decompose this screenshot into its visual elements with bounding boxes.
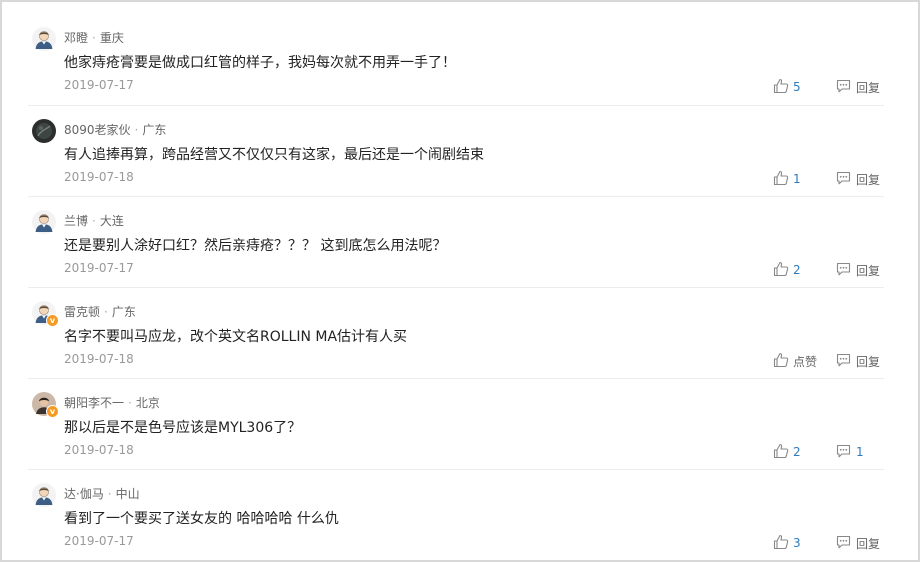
- like-count: 点赞: [793, 354, 818, 369]
- like-button[interactable]: 3: [773, 534, 801, 553]
- verified-badge-icon: v: [46, 314, 59, 327]
- username[interactable]: 雷克顿: [64, 305, 100, 319]
- comment-date: 2019-07-17: [64, 261, 134, 275]
- comment-date: 2019-07-17: [64, 534, 134, 548]
- comment-meta: 朝阳李不一 · 北京: [64, 394, 160, 411]
- comment-item: v 朝阳李不一 · 北京 那以后是不是色号应该是MYL306了？ 2019-07-1…: [28, 378, 884, 469]
- reply-label: 回复: [856, 80, 881, 95]
- user-location: 中山: [115, 487, 140, 501]
- comment-meta: 8090老家伙 · 广东: [64, 121, 166, 138]
- reply-label: 1: [856, 445, 864, 459]
- reply-label: 回复: [856, 354, 881, 369]
- user-location: 广东: [111, 305, 136, 319]
- separator: ·: [107, 487, 112, 501]
- comment-icon: [836, 171, 851, 188]
- user-avatar[interactable]: [32, 27, 56, 51]
- username[interactable]: 兰博: [64, 214, 88, 228]
- comment-date: 2019-07-18: [64, 443, 134, 457]
- reply-button[interactable]: 回复: [836, 535, 880, 551]
- comment-item: 8090老家伙 · 广东 有人追捧再算，跨品经营又不仅仅只有这家，最后还是一个闹剧结…: [28, 105, 884, 196]
- verified-badge-icon: v: [46, 405, 59, 418]
- comment-icon: [836, 262, 851, 279]
- username[interactable]: 邓瞪: [64, 31, 88, 45]
- comment-icon: [836, 79, 851, 96]
- comment-date: 2019-07-18: [64, 170, 134, 184]
- comment-text: 名字不要叫马应龙，改个英文名ROLLIN MA估计有人买: [64, 329, 408, 345]
- user-location: 大连: [99, 214, 124, 228]
- comment-item: v 雷克顿 · 广东 名字不要叫马应龙，改个英文名ROLLIN MA估计有人买 20…: [28, 287, 884, 378]
- comment-date: 2019-07-18: [64, 352, 134, 366]
- user-avatar[interactable]: v: [32, 301, 59, 327]
- like-button[interactable]: 1: [773, 170, 801, 189]
- comment-item: 兰博 · 大连 还是要别人涂好口红？然后亲痔疮？？？ 这到底怎么用法呢？ 2019-…: [28, 196, 884, 287]
- comment-item: 邓瞪 · 重庆 他家痔疮膏要是做成口红管的样子，我妈每次就不用弄一手了！ 2019-…: [28, 14, 884, 105]
- username[interactable]: 达·伽马: [64, 487, 104, 501]
- reply-button[interactable]: 回复: [836, 79, 880, 95]
- reply-label: 回复: [856, 172, 881, 187]
- user-location: 广东: [142, 123, 167, 137]
- separator: ·: [104, 305, 108, 319]
- thumbs-up-icon: [773, 261, 789, 280]
- thumbs-up-icon: [773, 443, 789, 462]
- comment-meta: 雷克顿 · 广东: [64, 303, 136, 320]
- thumbs-up-icon: [773, 352, 789, 371]
- comment-meta: 邓瞪 · 重庆: [64, 29, 124, 46]
- like-count: 3: [793, 536, 801, 550]
- reply-button[interactable]: 1: [836, 444, 864, 460]
- reply-label: 回复: [856, 536, 881, 551]
- separator: ·: [134, 123, 139, 137]
- separator: ·: [128, 396, 132, 410]
- like-count: 2: [793, 445, 801, 459]
- user-avatar[interactable]: [32, 119, 56, 143]
- comment-icon: [836, 353, 851, 370]
- user-avatar[interactable]: v: [32, 392, 59, 418]
- like-button[interactable]: 2: [773, 261, 801, 280]
- comment-list: 邓瞪 · 重庆 他家痔疮膏要是做成口红管的样子，我妈每次就不用弄一手了！ 2019-…: [28, 14, 884, 560]
- separator: ·: [92, 31, 96, 45]
- user-avatar[interactable]: [32, 483, 56, 507]
- username[interactable]: 8090老家伙: [64, 123, 131, 137]
- thumbs-up-icon: [773, 78, 789, 97]
- like-button[interactable]: 点赞: [773, 352, 818, 371]
- like-button[interactable]: 5: [773, 78, 801, 97]
- reply-button[interactable]: 回复: [836, 262, 880, 278]
- comment-text: 那以后是不是色号应该是MYL306了？: [64, 420, 302, 436]
- user-avatar[interactable]: [32, 210, 56, 234]
- comment-meta: 达·伽马 · 中山: [64, 485, 140, 502]
- user-location: 北京: [135, 396, 160, 410]
- reply-button[interactable]: 回复: [836, 171, 880, 187]
- comment-text: 他家痔疮膏要是做成口红管的样子，我妈每次就不用弄一手了！: [64, 55, 456, 71]
- like-count: 1: [793, 172, 801, 186]
- comment-icon: [836, 535, 851, 552]
- username[interactable]: 朝阳李不一: [64, 396, 124, 410]
- comment-icon: [836, 444, 851, 461]
- comment-meta: 兰博 · 大连: [64, 212, 124, 229]
- reply-button[interactable]: 回复: [836, 353, 880, 369]
- like-count: 5: [793, 80, 801, 94]
- like-button[interactable]: 2: [773, 443, 801, 462]
- separator: ·: [92, 214, 96, 228]
- comment-text: 看到了一个要买了送女友的 哈哈哈哈 什么仇: [64, 511, 339, 527]
- comment-item: 达·伽马 · 中山 看到了一个要买了送女友的 哈哈哈哈 什么仇 2019-07-17…: [28, 469, 884, 560]
- user-location: 重庆: [99, 31, 124, 45]
- comment-date: 2019-07-17: [64, 78, 134, 92]
- comment-text: 还是要别人涂好口红？然后亲痔疮？？？ 这到底怎么用法呢？: [64, 238, 447, 254]
- comment-panel: 邓瞪 · 重庆 他家痔疮膏要是做成口红管的样子，我妈每次就不用弄一手了！ 2019-…: [0, 0, 920, 562]
- like-count: 2: [793, 263, 801, 277]
- thumbs-up-icon: [773, 534, 789, 553]
- reply-label: 回复: [856, 263, 881, 278]
- comment-text: 有人追捧再算，跨品经营又不仅仅只有这家，最后还是一个闹剧结束: [64, 147, 484, 163]
- thumbs-up-icon: [773, 170, 789, 189]
